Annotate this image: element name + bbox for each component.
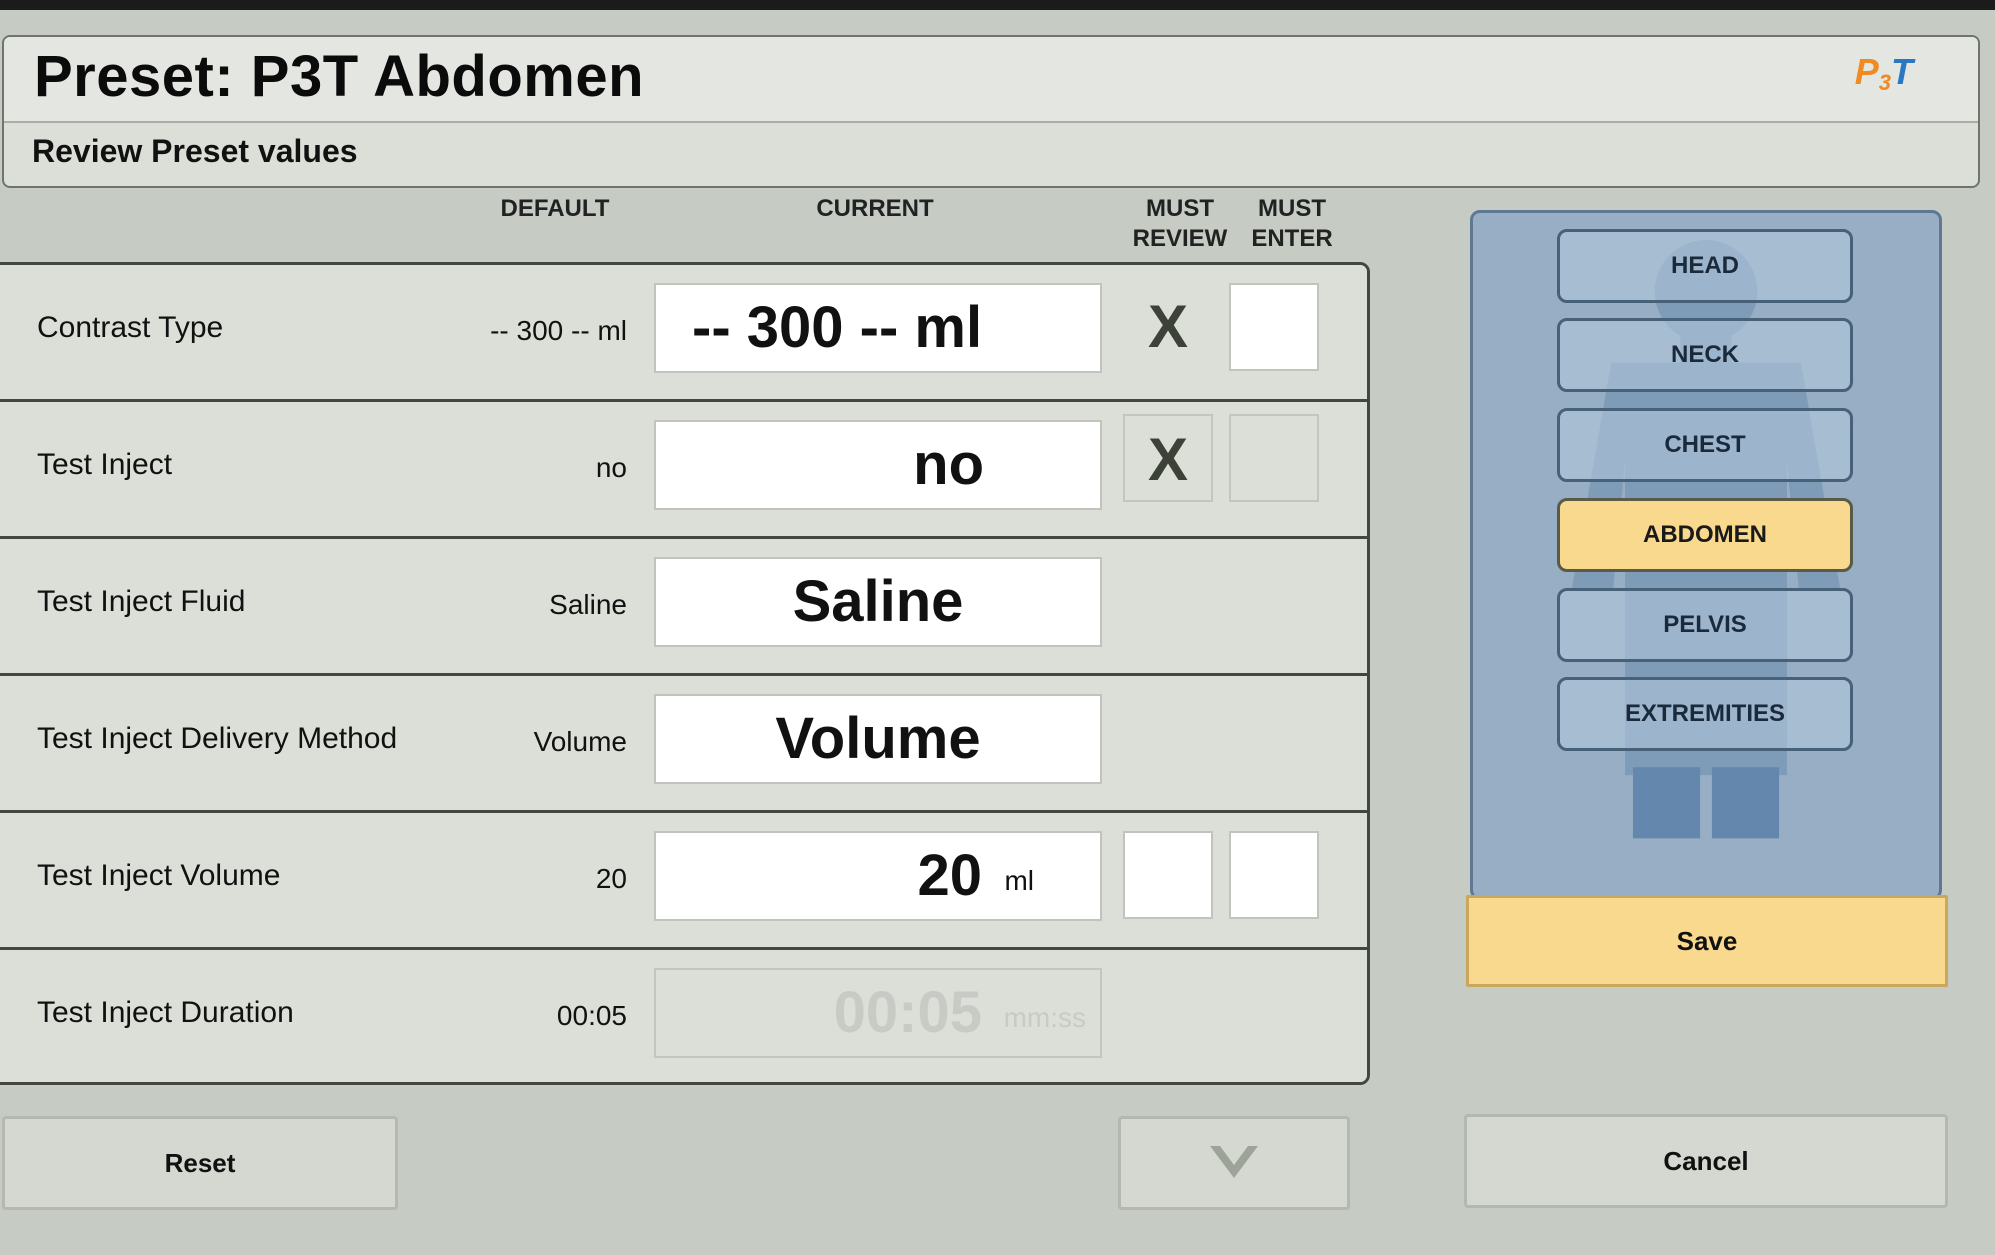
default-value: 20: [595, 863, 627, 894]
logo-three: 3: [1878, 70, 1891, 95]
current-value: 20: [917, 843, 982, 908]
default-value: Saline: [549, 589, 627, 620]
region-button-head[interactable]: HEAD: [1557, 229, 1853, 303]
logo-p: P: [1854, 51, 1879, 92]
current-unit: ml: [1004, 865, 1034, 896]
region-button-chest[interactable]: CHEST: [1557, 408, 1853, 482]
table-row[interactable]: Test Inject no no X: [0, 402, 1367, 539]
current-unit: mm:ss: [1003, 1002, 1086, 1033]
reset-button[interactable]: Reset: [2, 1116, 398, 1210]
default-value: -- 300 -- ml: [490, 315, 627, 346]
preset-values-table: Contrast Type -- 300 -- ml -- 300 -- ml …: [0, 262, 1370, 1085]
current-value-field[interactable]: -- 300 -- ml: [654, 283, 1102, 373]
table-row[interactable]: Test Inject Volume 20 20 ml: [0, 813, 1367, 950]
column-header-default: DEFAULT: [500, 195, 610, 222]
default-value: no: [595, 452, 627, 483]
must-review-checkbox[interactable]: [1123, 831, 1213, 919]
current-value: Volume: [775, 706, 981, 771]
cancel-button[interactable]: Cancel: [1464, 1114, 1948, 1208]
current-value: 00:05: [833, 980, 982, 1045]
row-label: Test Inject: [37, 448, 173, 481]
column-header-must-review: MUST REVIEW: [1132, 195, 1228, 252]
column-header-must-enter: MUST ENTER: [1251, 195, 1333, 252]
region-button-neck[interactable]: NECK: [1557, 318, 1853, 392]
current-value-field[interactable]: Volume: [654, 694, 1102, 784]
save-button[interactable]: Save: [1466, 895, 1948, 987]
must-review-mark: X: [1123, 414, 1213, 502]
table-row[interactable]: Test Inject Delivery Method Volume Volum…: [0, 676, 1367, 813]
must-enter-checkbox: [1229, 414, 1319, 502]
column-header-current: CURRENT: [816, 195, 934, 222]
row-label: Test Inject Duration: [37, 996, 294, 1029]
header-panel: Preset: P3T Abdomen P3T Review Preset va…: [2, 35, 1980, 188]
must-review-mark[interactable]: X: [1123, 283, 1213, 371]
row-label: Test Inject Delivery Method: [37, 722, 398, 755]
current-value: -- 300 -- ml: [692, 295, 983, 360]
current-value: Saline: [792, 569, 964, 634]
table-row[interactable]: Test Inject Fluid Saline Saline: [0, 539, 1367, 676]
silhouette-right-leg: [1711, 767, 1780, 839]
top-border: [0, 0, 1995, 10]
current-value-field[interactable]: Saline: [654, 557, 1102, 647]
body-region-panel: HEAD NECK CHEST ABDOMEN PELVIS EXTREMITI…: [1470, 210, 1942, 900]
default-value: 00:05: [556, 1000, 627, 1031]
chevron-down-icon: [1210, 1146, 1258, 1178]
p3t-logo: P3T: [1855, 51, 1913, 96]
page-subtitle: Review Preset values: [32, 133, 358, 169]
region-button-pelvis[interactable]: PELVIS: [1557, 588, 1853, 662]
region-button-abdomen[interactable]: ABDOMEN: [1557, 498, 1853, 572]
row-label: Test Inject Volume: [37, 859, 281, 892]
row-label: Contrast Type: [37, 311, 224, 344]
row-label: Test Inject Fluid: [37, 585, 246, 618]
scroll-down-button[interactable]: [1118, 1116, 1350, 1210]
table-row[interactable]: Contrast Type -- 300 -- ml -- 300 -- ml …: [0, 265, 1367, 402]
must-enter-checkbox[interactable]: [1229, 831, 1319, 919]
current-value-field: 00:05 mm:ss: [654, 968, 1102, 1058]
table-row: Test Inject Duration 00:05 00:05 mm:ss: [0, 950, 1367, 1082]
page-title: Preset: P3T Abdomen: [34, 44, 645, 109]
default-value: Volume: [533, 726, 627, 757]
current-value-field[interactable]: 20 ml: [654, 831, 1102, 921]
current-value: no: [913, 432, 984, 497]
must-enter-checkbox[interactable]: [1229, 283, 1319, 371]
silhouette-left-leg: [1632, 767, 1701, 839]
region-button-extremities[interactable]: EXTREMITIES: [1557, 677, 1853, 751]
logo-t: T: [1891, 51, 1913, 92]
current-value-field[interactable]: no: [654, 420, 1102, 510]
